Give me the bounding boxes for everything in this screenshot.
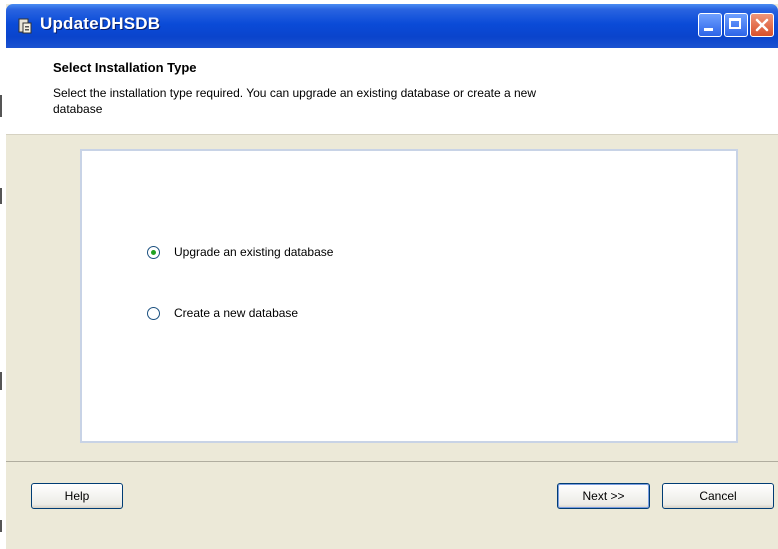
option-label: Create a new database <box>174 306 299 320</box>
left-edge-line <box>0 372 2 390</box>
left-edge-line <box>0 520 2 532</box>
wizard-header: Select Installation Type Select the inst… <box>6 48 778 134</box>
help-button[interactable]: Help <box>31 483 123 509</box>
header-divider <box>6 134 778 135</box>
window-title: UpdateDHSDB <box>40 14 161 33</box>
page-description: Select the installation type required. Y… <box>53 86 536 116</box>
radio-button-checked[interactable] <box>147 245 160 259</box>
close-icon <box>755 18 769 32</box>
radio-button-unchecked[interactable] <box>147 306 160 320</box>
app-icon <box>18 18 32 34</box>
close-button[interactable] <box>750 13 774 37</box>
page-title: Select Installation Type <box>53 60 197 75</box>
footer-divider <box>6 461 778 462</box>
next-button[interactable]: Next >> <box>557 483 650 509</box>
installer-window: UpdateDHSDB Select Installation Type Sel… <box>6 4 778 549</box>
option-upgrade-existing[interactable]: Upgrade an existing database <box>147 245 333 259</box>
minimize-button[interactable] <box>698 13 722 37</box>
maximize-button[interactable] <box>724 13 748 37</box>
cancel-button[interactable]: Cancel <box>662 483 774 509</box>
left-edge-line <box>0 95 2 117</box>
option-label: Upgrade an existing database <box>174 245 334 259</box>
left-edge-line <box>0 188 2 204</box>
title-bar[interactable]: UpdateDHSDB <box>6 4 778 48</box>
option-create-new[interactable]: Create a new database <box>147 306 298 320</box>
options-panel: Upgrade an existing database Create a ne… <box>80 149 738 443</box>
